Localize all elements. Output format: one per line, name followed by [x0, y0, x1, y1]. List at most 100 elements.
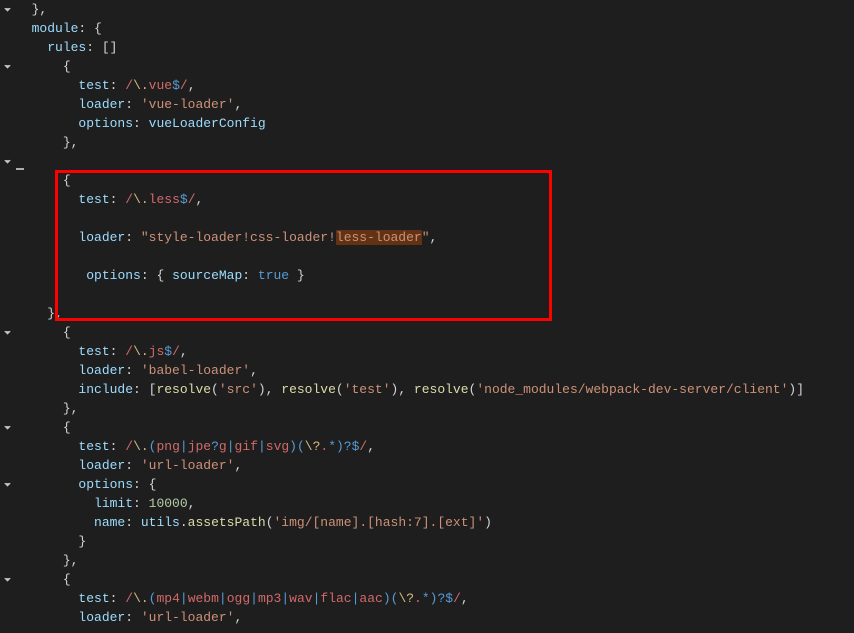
token-p: :	[110, 344, 126, 359]
fold-chevron-icon[interactable]	[2, 327, 13, 338]
code-line[interactable]: include: [resolve('src'), resolve('test'…	[16, 380, 804, 399]
token-str: less-loader	[336, 230, 422, 245]
token-resc: \.	[133, 344, 149, 359]
code-line[interactable]	[16, 209, 804, 228]
token-resc: \?	[398, 591, 414, 606]
code-line[interactable]: loader: 'babel-loader',	[16, 361, 804, 380]
token-regex: js	[149, 344, 165, 359]
token-regex: g	[219, 439, 227, 454]
code-line[interactable]: loader: 'url-loader',	[16, 456, 804, 475]
code-line[interactable]: },	[16, 133, 804, 152]
token-regex: mp3	[258, 591, 281, 606]
token-prop: loader	[78, 458, 125, 473]
token-str: 'url-loader'	[141, 458, 235, 473]
token-str: 'url-loader'	[141, 610, 235, 625]
token-p: ,	[188, 78, 196, 93]
code-line[interactable]: limit: 10000,	[16, 494, 804, 513]
token-p: ,	[430, 230, 438, 245]
token-prop: options	[78, 116, 133, 131]
code-line[interactable]: rules: []	[16, 38, 804, 57]
fold-chevron-icon[interactable]	[2, 61, 13, 72]
token-p: :	[242, 268, 258, 283]
token-prop: test	[78, 192, 109, 207]
token-regex: svg	[266, 439, 289, 454]
token-p: )	[484, 515, 492, 530]
code-line[interactable]: },	[16, 399, 804, 418]
token-prop: module	[32, 21, 79, 36]
token-prop: test	[78, 439, 109, 454]
text-cursor	[16, 168, 24, 170]
code-line[interactable]: {	[16, 171, 804, 190]
token-prop: loader	[78, 97, 125, 112]
token-prop: loader	[78, 610, 125, 625]
token-p: :	[110, 591, 126, 606]
code-line[interactable]: test: /\.(mp4|webm|ogg|mp3|wav|flac|aac)…	[16, 589, 804, 608]
code-line[interactable]: test: /\.(png|jpe?g|gif|svg)(\?.*)?$/,	[16, 437, 804, 456]
code-line[interactable]: test: /\.vue$/,	[16, 76, 804, 95]
token-p: }	[78, 534, 86, 549]
token-prop: test	[78, 591, 109, 606]
token-p: )]	[788, 382, 804, 397]
code-line[interactable]: },	[16, 304, 804, 323]
token-str: 'node_modules/webpack-dev-server/client'	[476, 382, 788, 397]
token-p: {	[63, 420, 71, 435]
token-prop: name	[94, 515, 125, 530]
code-line[interactable]: test: /\.js$/,	[16, 342, 804, 361]
token-rgroup: $	[180, 192, 188, 207]
token-p: ,	[461, 591, 469, 606]
token-p: },	[63, 553, 79, 568]
token-prop: utils	[141, 515, 180, 530]
fold-chevron-icon[interactable]	[2, 156, 13, 167]
token-fn: resolve	[281, 382, 336, 397]
token-p: {	[63, 572, 71, 587]
code-line[interactable]: },	[16, 551, 804, 570]
code-line[interactable]: loader: "style-loader!css-loader!less-lo…	[16, 228, 804, 247]
code-line[interactable]: {	[16, 323, 804, 342]
code-line[interactable]: name: utils.assetsPath('img/[name].[hash…	[16, 513, 804, 532]
code-line[interactable]: {	[16, 57, 804, 76]
token-p: :	[133, 496, 149, 511]
code-line[interactable]: loader: 'vue-loader',	[16, 95, 804, 114]
fold-chevron-icon[interactable]	[2, 4, 13, 15]
token-p: },	[47, 306, 63, 321]
token-p: {	[63, 59, 71, 74]
token-p: :	[110, 439, 126, 454]
token-p: {	[63, 325, 71, 340]
code-line[interactable]	[16, 247, 804, 266]
token-p: :	[110, 192, 126, 207]
code-line[interactable]: options: {	[16, 475, 804, 494]
token-regex: /	[125, 78, 133, 93]
token-regex: webm	[188, 591, 219, 606]
token-p: (	[211, 382, 219, 397]
fold-chevron-icon[interactable]	[2, 479, 13, 490]
token-regex: /	[125, 344, 133, 359]
code-line[interactable]	[16, 152, 804, 171]
fold-chevron-icon[interactable]	[2, 574, 13, 585]
fold-chevron-icon[interactable]	[2, 422, 13, 433]
token-p: : [	[86, 40, 109, 55]
token-rgroup: )(	[383, 591, 399, 606]
code-line[interactable]: test: /\.less$/,	[16, 190, 804, 209]
token-p: ,	[188, 496, 196, 511]
token-rgroup: |	[219, 591, 227, 606]
token-p: },	[32, 2, 48, 17]
token-regex: png	[156, 439, 179, 454]
code-line[interactable]: {	[16, 570, 804, 589]
code-line[interactable]	[16, 285, 804, 304]
token-p: ,	[234, 610, 242, 625]
code-line[interactable]: }	[16, 532, 804, 551]
code-line[interactable]: loader: 'url-loader',	[16, 608, 804, 627]
code-editor[interactable]: }, module: { rules: [] { test: /\.vue$/,…	[16, 0, 804, 627]
code-line[interactable]: options: { sourceMap: true }	[16, 266, 804, 285]
code-line[interactable]: options: vueLoaderConfig	[16, 114, 804, 133]
code-line[interactable]: {	[16, 418, 804, 437]
code-line[interactable]: module: {	[16, 19, 804, 38]
token-rgroup: *)?$	[328, 439, 359, 454]
token-prop: options	[86, 268, 141, 283]
token-p: ,	[196, 192, 204, 207]
code-line[interactable]: },	[16, 0, 804, 19]
token-regex: /	[180, 78, 188, 93]
token-regex: less	[149, 192, 180, 207]
token-rgroup: $	[164, 344, 172, 359]
token-regex: vue	[149, 78, 172, 93]
